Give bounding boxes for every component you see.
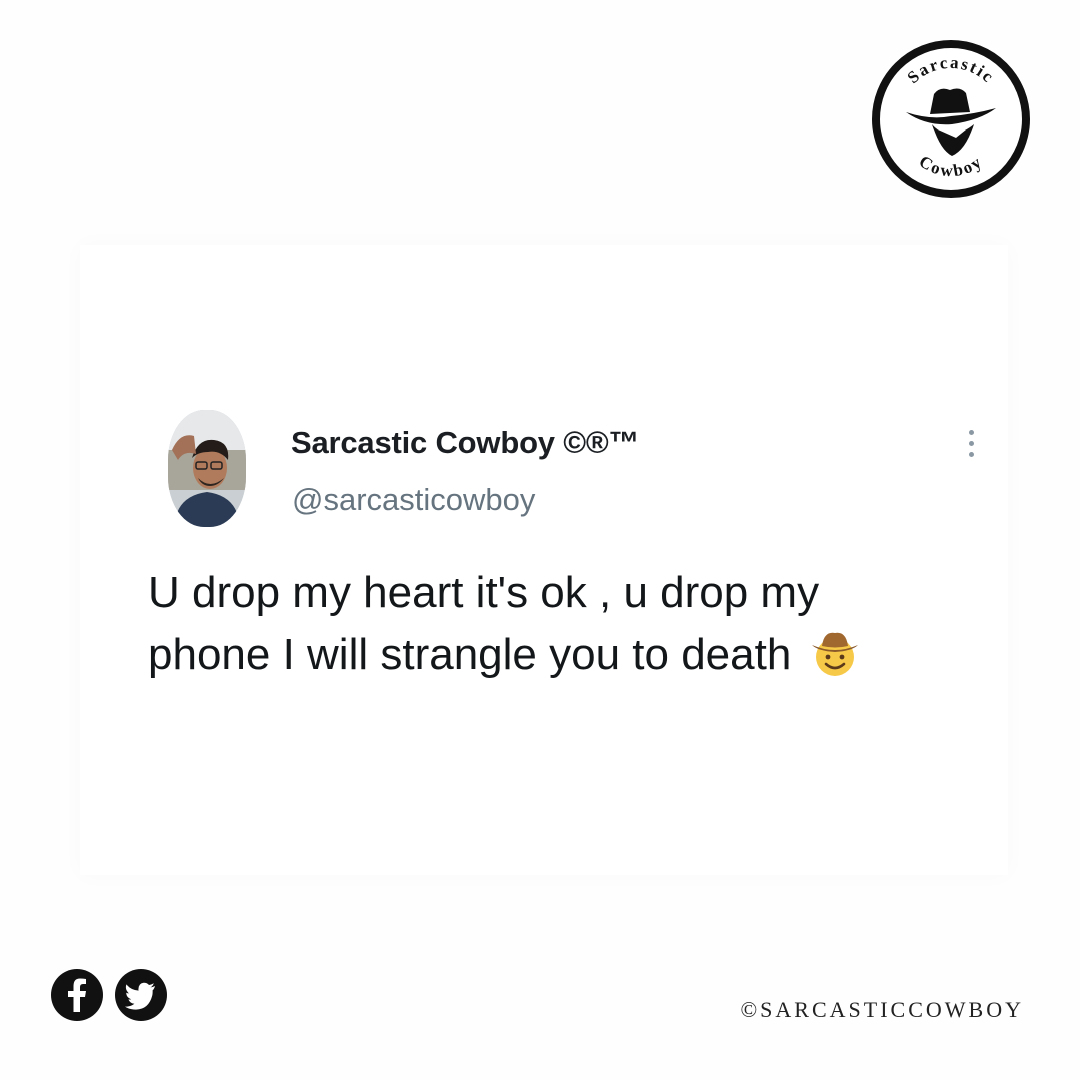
display-name[interactable]: Sarcastic Cowboy ©®™ (291, 425, 640, 461)
avatar[interactable] (168, 410, 246, 527)
user-handle[interactable]: @sarcasticowboy (292, 482, 535, 518)
facebook-icon[interactable] (50, 968, 104, 1022)
brand-logo: Sarcastic Cowboy (870, 38, 1032, 200)
more-options-icon[interactable] (962, 430, 980, 464)
tweet-card (80, 245, 1008, 875)
tweet-text: U drop my heart it's ok , u drop my phon… (148, 562, 968, 686)
cowboy-hat-face-icon (811, 632, 858, 676)
social-links (50, 968, 168, 1022)
tweet-line-2: phone I will strangle you to death (148, 630, 792, 679)
tweet-line-1: U drop my heart it's ok , u drop my (148, 568, 820, 617)
copyright-text: ©SARCASTICCOWBOY (740, 997, 1024, 1022)
twitter-icon[interactable] (114, 968, 168, 1022)
